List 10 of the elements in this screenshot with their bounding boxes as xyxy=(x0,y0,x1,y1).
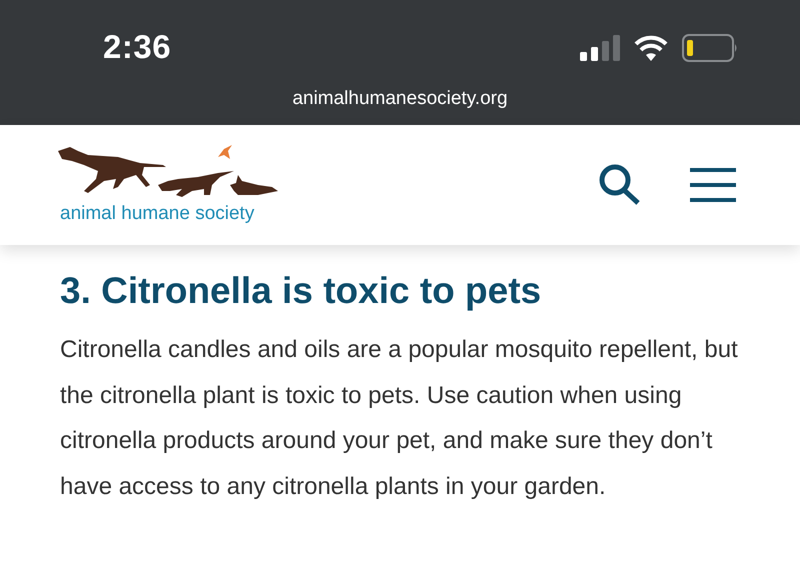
logo-text[interactable]: animal humane society xyxy=(60,203,254,225)
url-text[interactable]: animalhumanesociety.org xyxy=(292,88,508,110)
signal-icon xyxy=(580,35,620,61)
article-heading: 3. Citronella is toxic to pets xyxy=(60,269,542,313)
battery-icon xyxy=(682,34,738,62)
article-paragraph: Citronella candles and oils are a popular mosquito repellent, but the citronella plant is toxic to pets. Use caution when using citronella products around your pet, and make sure they don’t have access to any citronella plants in your garden. xyxy=(60,335,739,502)
menu-icon[interactable] xyxy=(690,168,736,202)
clock-time: 2:36 xyxy=(103,28,172,66)
wifi-icon xyxy=(634,35,668,61)
search-icon[interactable] xyxy=(598,163,642,207)
